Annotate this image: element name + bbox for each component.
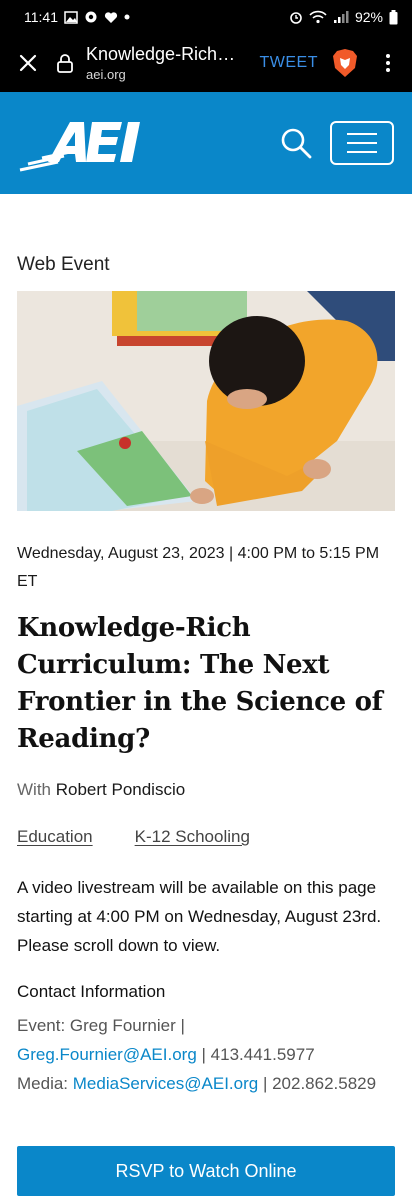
lock-icon-wrap (56, 53, 86, 73)
contact-event-phone: | 413.441.5977 (201, 1045, 315, 1064)
event-title: Knowledge-Rich Curriculum: The Next Fron… (17, 613, 383, 754)
heart-icon (104, 11, 118, 23)
close-tab-button[interactable] (0, 34, 56, 92)
status-left: 11:41 (24, 9, 130, 25)
status-right: 92% (289, 9, 398, 25)
event-description: A video livestream will be available on … (17, 878, 382, 955)
alarm-icon (290, 12, 302, 24)
menu-dot (386, 68, 390, 72)
page-title: Knowledge-Rich Curriculum: The Next Fron… (86, 44, 236, 64)
lock-icon (57, 54, 73, 73)
menu-dot (386, 54, 390, 58)
contact-media-phone: | 202.862.5829 (262, 1074, 377, 1093)
event-hero-image (17, 291, 395, 511)
wifi-icon (309, 10, 327, 24)
tag-k12-schooling-link[interactable]: K-12 Schooling (135, 827, 250, 847)
header-actions (280, 121, 394, 165)
menu-line (347, 142, 377, 144)
battery-icon (389, 9, 398, 24)
event-speakers: With Robert Pondiscio (17, 780, 185, 800)
contact-heading: Contact Information (17, 982, 166, 1001)
tag-education-link[interactable]: Education (17, 827, 93, 847)
menu-dot (386, 61, 390, 65)
menu-line (347, 151, 377, 153)
tweet-button[interactable]: TWEET (260, 54, 319, 72)
menu-line (347, 133, 377, 135)
with-label: With (17, 780, 51, 799)
contact-event-label: Event: Greg Fournier | (17, 1016, 185, 1035)
rsvp-button[interactable]: RSVP to Watch Online (17, 1146, 395, 1196)
event-type-label: Web Event (17, 254, 110, 275)
contact-event-email-link[interactable]: Greg.Fournier@AEI.org (17, 1045, 197, 1064)
settings-icon (85, 11, 97, 23)
address-area[interactable]: Knowledge-Rich Curriculum: The Next Fron… (86, 44, 260, 82)
gallery-icon (64, 10, 78, 24)
contact-media-email-link[interactable]: MediaServices@AEI.org (73, 1074, 258, 1093)
dot-icon (124, 14, 130, 20)
contact-media-label: Media: (17, 1074, 69, 1093)
battery-percent: 92% (354, 9, 383, 25)
signal-icon (333, 11, 349, 23)
status-time: 11:41 (24, 9, 58, 25)
status-bar: 11:41 92% (0, 0, 412, 34)
browser-menu-button[interactable] (380, 54, 396, 72)
close-icon (19, 54, 37, 72)
contact-info: Event: Greg Fournier | Greg.Fournier@AEI… (17, 1011, 397, 1098)
browser-toolbar: Knowledge-Rich Curriculum: The Next Fron… (0, 34, 412, 92)
hamburger-menu-button[interactable] (330, 121, 394, 165)
site-header (0, 92, 412, 194)
brave-lion-icon[interactable] (332, 48, 358, 78)
event-date: Wednesday, August 23, 2023 | 4:00 PM to … (17, 545, 380, 590)
aei-logo[interactable] (18, 108, 163, 178)
page-url: aei.org (86, 67, 126, 82)
search-icon[interactable] (280, 127, 312, 159)
speaker-name[interactable]: Robert Pondiscio (56, 780, 185, 799)
topic-tags: Education K-12 Schooling (17, 827, 250, 847)
